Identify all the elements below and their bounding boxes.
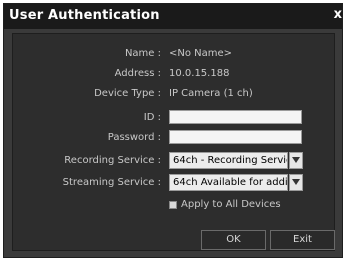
address-label: Address :: [114, 68, 161, 79]
device-type-value: IP Camera (1 ch): [169, 88, 253, 99]
password-input[interactable]: [169, 130, 302, 144]
exit-button[interactable]: Exit: [270, 230, 335, 250]
recording-service-dropdown-button[interactable]: [289, 152, 303, 169]
dialog-title: User Authentication: [9, 8, 160, 23]
name-label: Name :: [124, 48, 161, 59]
id-input[interactable]: [169, 110, 302, 124]
close-icon[interactable]: x: [334, 7, 342, 22]
name-value: <No Name>: [169, 48, 233, 59]
ok-button[interactable]: OK: [201, 230, 266, 250]
password-label: Password :: [107, 132, 161, 143]
streaming-service-dropdown-button[interactable]: [289, 174, 303, 191]
chevron-down-icon: [292, 157, 300, 163]
streaming-service-label: Streaming Service :: [62, 177, 161, 188]
id-label: ID :: [143, 112, 161, 123]
apply-all-checkbox[interactable]: [169, 201, 177, 209]
apply-all-label[interactable]: Apply to All Devices: [181, 199, 281, 210]
title-bar[interactable]: User Authentication x: [4, 4, 342, 29]
device-type-label: Device Type :: [94, 88, 161, 99]
user-authentication-dialog: User Authentication x Name : <No Name> A…: [3, 3, 343, 258]
address-value: 10.0.15.188: [169, 68, 230, 79]
dialog-content: Name : <No Name> Address : 10.0.15.188 D…: [12, 33, 335, 251]
chevron-down-icon: [292, 179, 300, 185]
streaming-service-select[interactable]: 64ch Available for adding: [169, 174, 288, 191]
recording-service-label: Recording Service :: [64, 155, 161, 166]
recording-service-select[interactable]: 64ch - Recording Service: [169, 152, 288, 169]
